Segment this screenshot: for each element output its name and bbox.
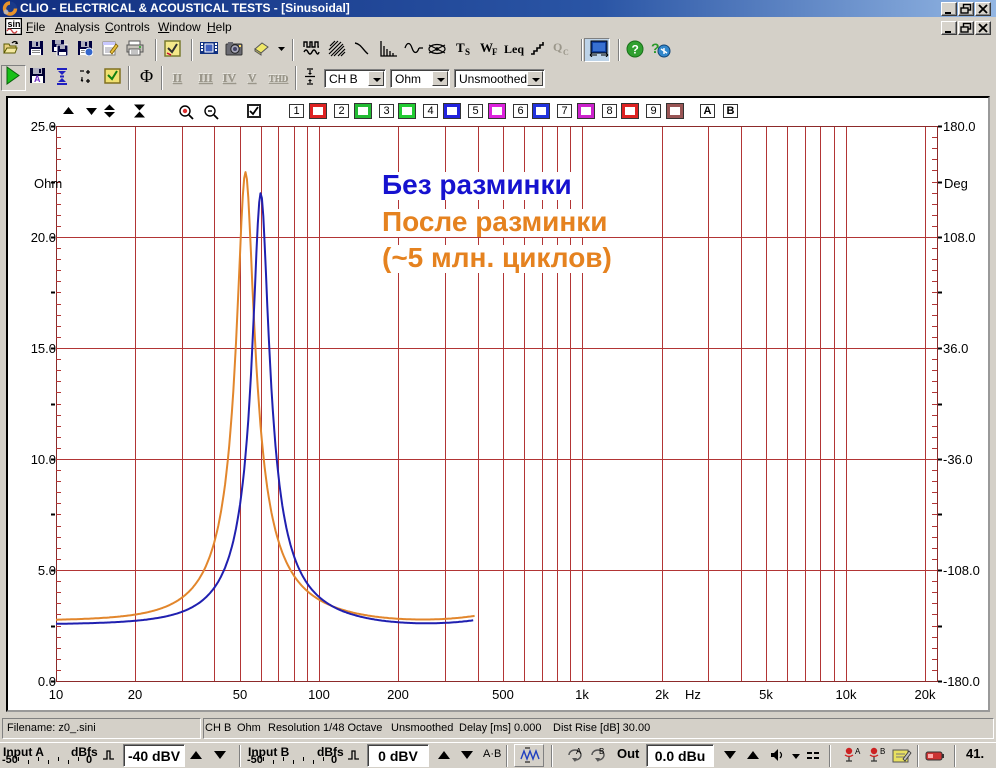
svg-text:THD: THD bbox=[269, 74, 289, 84]
svg-text:S: S bbox=[465, 47, 470, 57]
svg-text:II: II bbox=[173, 71, 183, 85]
svg-text:?: ? bbox=[632, 43, 639, 57]
svg-text:A: A bbox=[34, 74, 41, 84]
svg-text:C: C bbox=[563, 48, 569, 57]
svg-text:IV: IV bbox=[223, 71, 237, 85]
svg-text:A: A bbox=[855, 747, 861, 756]
svg-text:Φ: Φ bbox=[140, 66, 153, 86]
svg-text:T: T bbox=[456, 40, 465, 55]
svg-text:A: A bbox=[576, 747, 582, 756]
svg-text:III: III bbox=[199, 71, 213, 85]
svg-text:sin: sin bbox=[8, 19, 21, 29]
svg-text:F: F bbox=[492, 47, 498, 57]
svg-text:Leq: Leq bbox=[504, 42, 524, 56]
svg-text:Q: Q bbox=[553, 40, 562, 54]
svg-text:B: B bbox=[599, 747, 604, 756]
svg-text:B: B bbox=[880, 747, 885, 756]
svg-text:V: V bbox=[248, 71, 257, 85]
